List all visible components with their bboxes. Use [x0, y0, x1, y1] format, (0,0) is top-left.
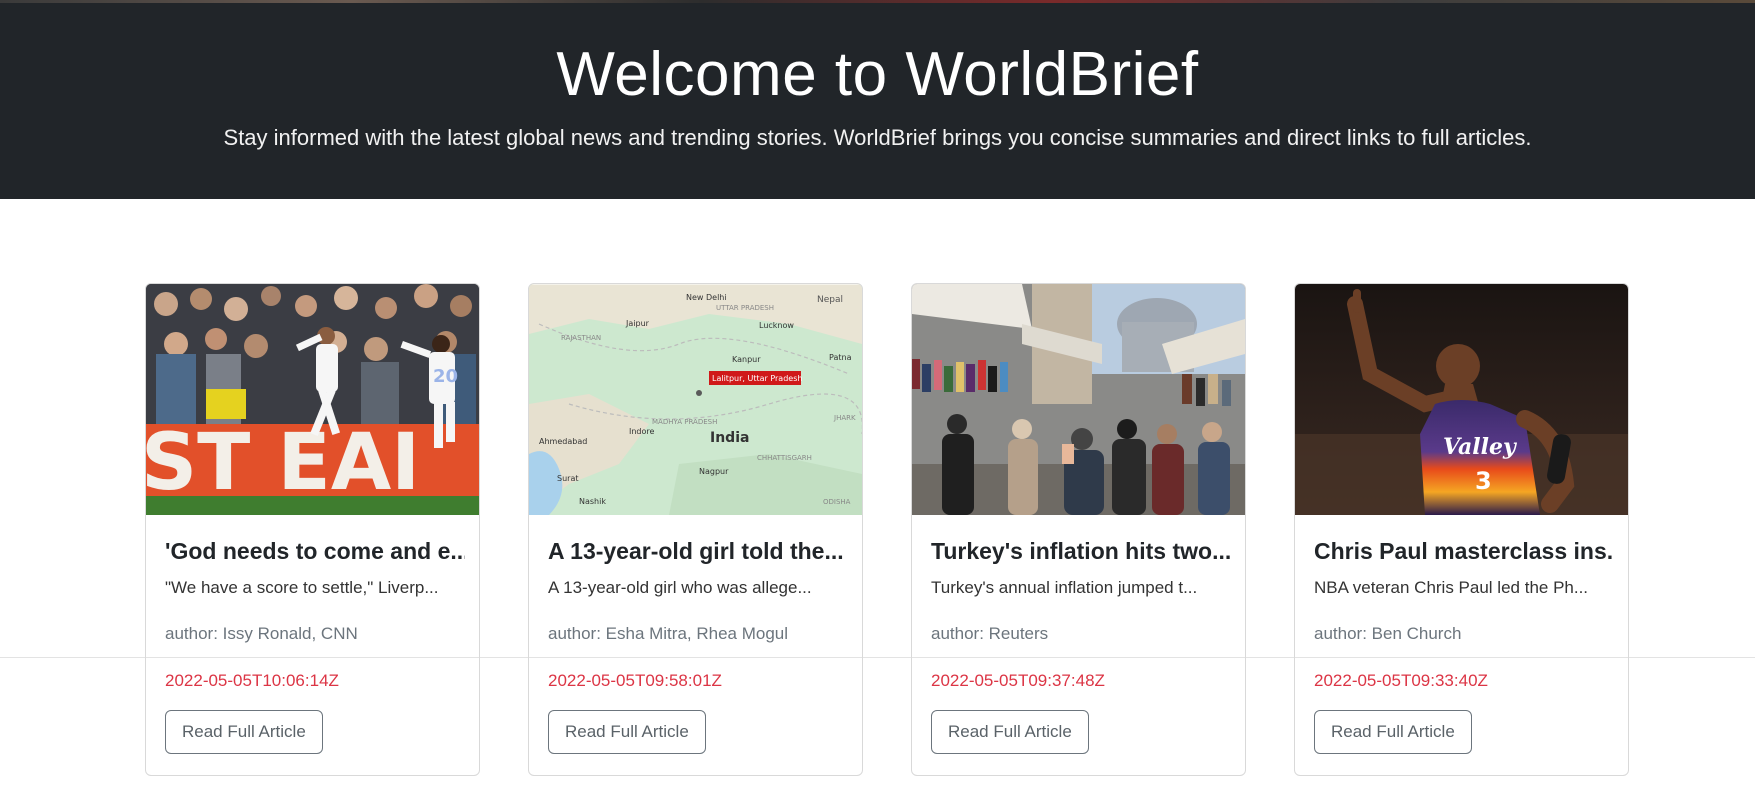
svg-text:20: 20: [433, 366, 458, 387]
svg-text:Nashik: Nashik: [579, 497, 606, 506]
hero-banner: Welcome to WorldBrief Stay informed with…: [0, 3, 1755, 199]
article-author: author: Reuters: [931, 624, 1049, 643]
article-card: New Delhi Lucknow Jaipur Kanpur Indore N…: [528, 283, 863, 776]
svg-text:New Delhi: New Delhi: [686, 293, 727, 302]
article-title: 'God needs to come and e...: [165, 538, 465, 564]
article-description: NBA veteran Chris Paul led the Ph...: [1314, 578, 1589, 597]
article-card: ST EAI 20 'God needs to come and e... "W…: [145, 283, 480, 776]
svg-text:Nepal: Nepal: [817, 295, 843, 305]
read-full-article-button[interactable]: Read Full Article: [931, 710, 1089, 754]
read-full-article-button[interactable]: Read Full Article: [548, 710, 706, 754]
article-title: Chris Paul masterclass ins...: [1314, 538, 1614, 564]
article-card: Turkey's inflation hits two... Turkey's …: [911, 283, 1246, 776]
read-full-article-button[interactable]: Read Full Article: [165, 710, 323, 754]
svg-text:RAJASTHAN: RAJASTHAN: [561, 334, 601, 342]
article-author: author: Ben Church: [1314, 624, 1462, 643]
article-description: "We have a score to settle," Liverp...: [165, 578, 439, 597]
svg-text:Ahmedabad: Ahmedabad: [539, 437, 587, 446]
article-image[interactable]: Valley 3: [1295, 284, 1628, 515]
article-title: Turkey's inflation hits two...: [931, 538, 1231, 564]
svg-text:ODISHA: ODISHA: [823, 498, 851, 506]
svg-text:Valley: Valley: [1443, 434, 1518, 460]
svg-text:Nagpur: Nagpur: [699, 467, 729, 476]
article-description: Turkey's annual inflation jumped t...: [931, 578, 1198, 597]
article-card: Valley 3 Chris Paul masterclass ins... N…: [1294, 283, 1629, 776]
article-date: 2022-05-05T10:06:14Z: [165, 671, 339, 690]
svg-text:MADHYA PRADESH: MADHYA PRADESH: [652, 418, 717, 426]
svg-text:Patna: Patna: [829, 353, 852, 362]
article-date: 2022-05-05T09:37:48Z: [931, 671, 1105, 690]
svg-text:Indore: Indore: [629, 427, 655, 436]
svg-text:UTTAR PRADESH: UTTAR PRADESH: [716, 304, 774, 312]
svg-text:Jaipur: Jaipur: [625, 319, 650, 328]
svg-text:India: India: [710, 430, 749, 446]
article-image[interactable]: ST EAI 20: [146, 284, 479, 515]
hero-subtitle: Stay informed with the latest global new…: [223, 125, 1532, 150]
article-title: A 13-year-old girl told the...: [548, 538, 844, 564]
article-date: 2022-05-05T09:58:01Z: [548, 671, 722, 690]
svg-text:Kanpur: Kanpur: [732, 355, 761, 364]
svg-text:Surat: Surat: [557, 474, 578, 483]
svg-text:Lalitpur, Uttar Pradesh: Lalitpur, Uttar Pradesh: [712, 374, 802, 383]
svg-text:ST EAI: ST EAI: [146, 418, 420, 508]
svg-text:Lucknow: Lucknow: [759, 321, 794, 330]
svg-text:3: 3: [1475, 467, 1492, 495]
article-author: author: Esha Mitra, Rhea Mogul: [548, 624, 789, 643]
svg-text:JHARK: JHARK: [833, 414, 856, 422]
read-full-article-button[interactable]: Read Full Article: [1314, 710, 1472, 754]
svg-text:CHHATTISGARH: CHHATTISGARH: [757, 454, 812, 462]
page-title: Welcome to WorldBrief: [556, 40, 1199, 109]
article-image[interactable]: New Delhi Lucknow Jaipur Kanpur Indore N…: [529, 284, 862, 515]
article-description: A 13-year-old girl who was allege...: [548, 578, 812, 597]
article-image[interactable]: [912, 284, 1245, 515]
article-date: 2022-05-05T09:33:40Z: [1314, 671, 1488, 690]
article-author: author: Issy Ronald, CNN: [165, 624, 358, 643]
